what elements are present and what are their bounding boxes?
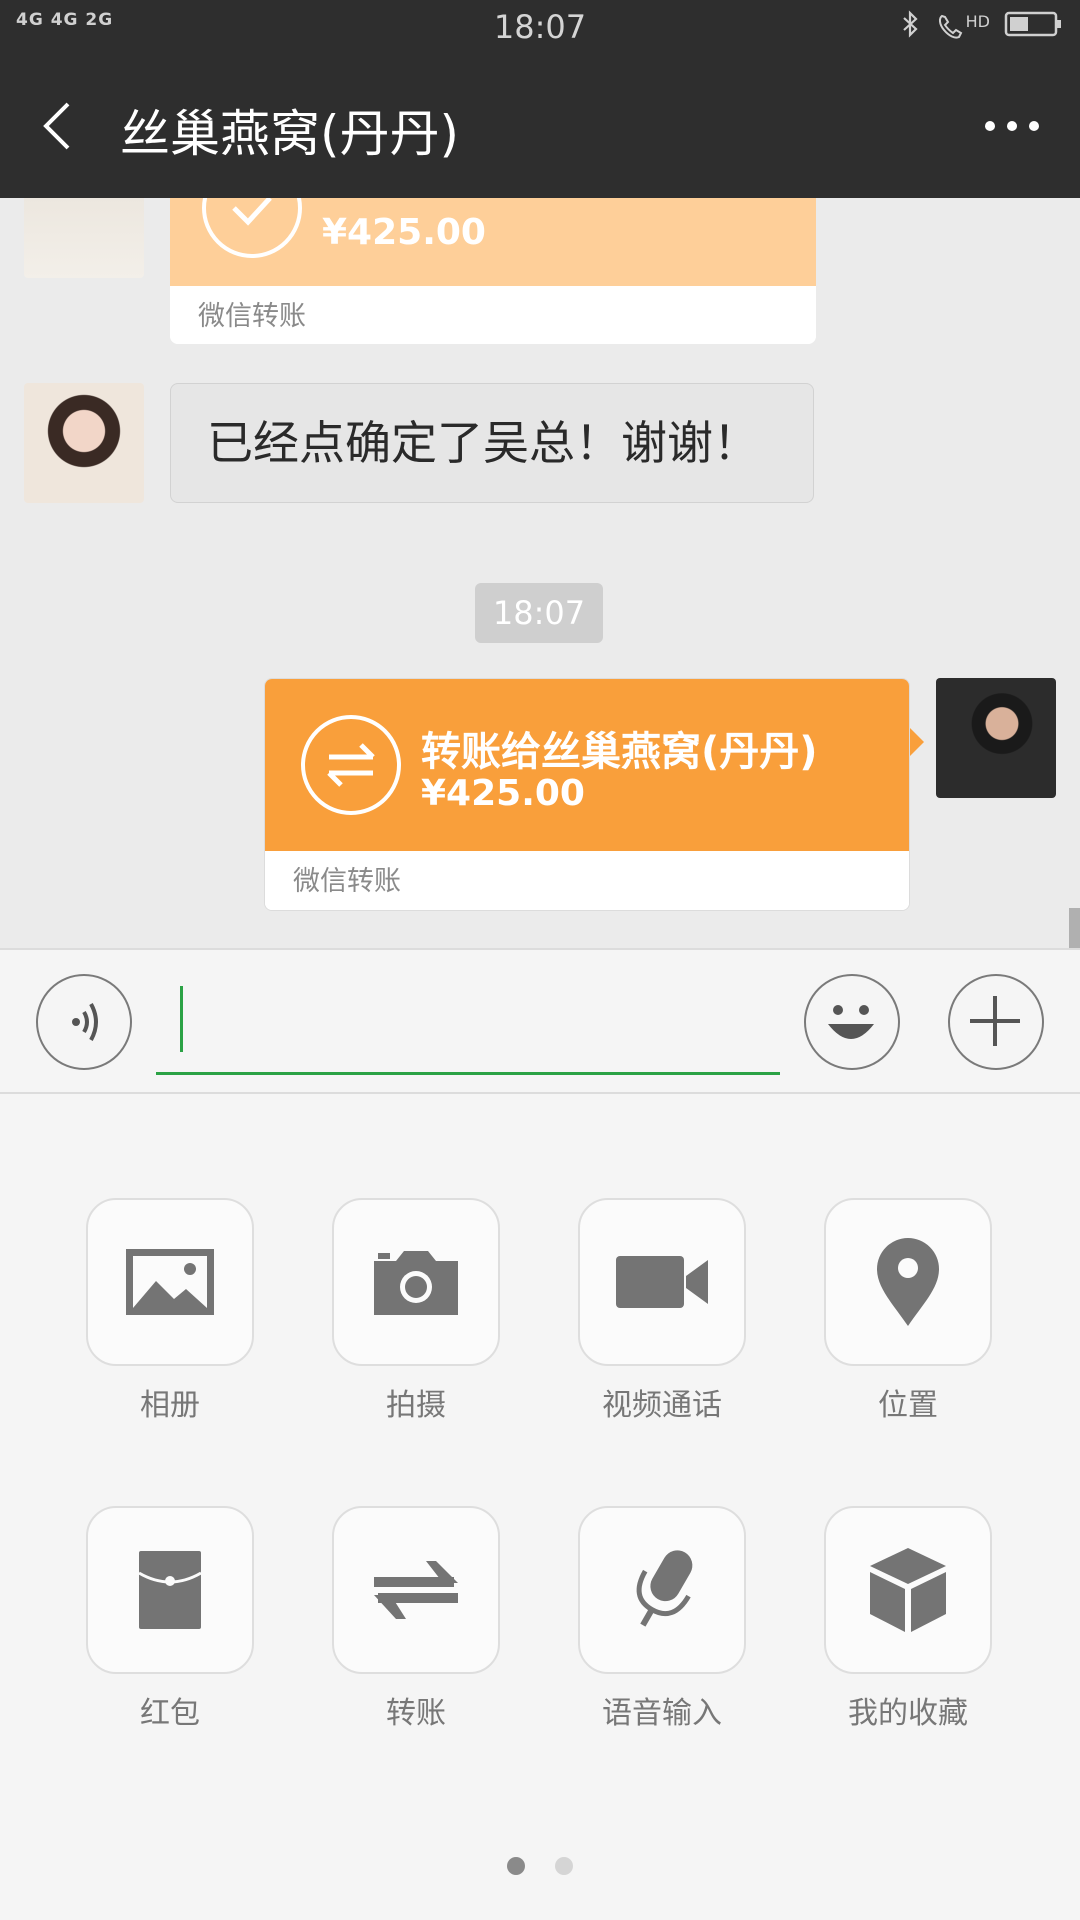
chat-header: 丝巢燕窝(丹丹) bbox=[0, 56, 1080, 198]
favorites-label: 我的收藏 bbox=[848, 1696, 968, 1731]
camera-label: 拍摄 bbox=[386, 1388, 446, 1423]
voice-wave-icon bbox=[72, 1003, 98, 1041]
page-dot[interactable] bbox=[555, 1857, 573, 1875]
video-call-icon bbox=[616, 1256, 708, 1308]
album-label: 相册 bbox=[140, 1388, 200, 1423]
plus-icon bbox=[970, 996, 1020, 1046]
transfer-card-top: 转账给丝巢燕窝(丹丹) ¥425.00 bbox=[265, 679, 909, 851]
scrollbar-thumb[interactable] bbox=[1069, 908, 1080, 948]
album-button[interactable] bbox=[86, 1198, 254, 1366]
input-bar bbox=[0, 948, 1080, 1094]
red-packet-icon bbox=[138, 1551, 202, 1629]
album-icon bbox=[126, 1249, 214, 1315]
video-call-button[interactable] bbox=[578, 1198, 746, 1366]
red-packet-label: 红包 bbox=[140, 1696, 200, 1731]
timestamp-chip: 18:07 bbox=[475, 583, 603, 643]
emoji-button[interactable] bbox=[804, 974, 900, 1070]
back-arrow-icon bbox=[43, 102, 70, 150]
text-cursor bbox=[180, 986, 183, 1052]
transfer-card-sent[interactable]: 转账给丝巢燕窝(丹丹) ¥425.00 微信转账 bbox=[264, 678, 910, 911]
status-icons: HD bbox=[900, 10, 1062, 44]
back-button[interactable] bbox=[38, 96, 78, 156]
more-icon bbox=[985, 121, 1039, 131]
contact-avatar[interactable] bbox=[24, 383, 144, 503]
transfer-button[interactable] bbox=[332, 1506, 500, 1674]
transfer-amount: ¥425.00 bbox=[421, 773, 585, 814]
location-button[interactable] bbox=[824, 1198, 992, 1366]
voice-input-label: 语音输入 bbox=[602, 1696, 722, 1731]
camera-button[interactable] bbox=[332, 1198, 500, 1366]
favorites-icon bbox=[870, 1548, 946, 1632]
transfer-icon bbox=[301, 715, 401, 815]
transfer-card-received[interactable]: ¥425.00 微信转账 bbox=[170, 198, 816, 344]
battery-icon bbox=[1004, 10, 1062, 44]
chat-messages[interactable]: ¥425.00 微信转账 已经点确定了吴总！谢谢！ 18:07 转账给丝巢燕窝(… bbox=[0, 198, 1080, 948]
bluetooth-icon bbox=[900, 10, 922, 44]
transfer-source: 微信转账 bbox=[170, 286, 816, 344]
red-packet-button[interactable] bbox=[86, 1506, 254, 1674]
transfer-card-top: ¥425.00 bbox=[170, 198, 816, 286]
voice-input-button[interactable] bbox=[578, 1506, 746, 1674]
transfer-source: 微信转账 bbox=[265, 851, 909, 910]
favorites-button[interactable] bbox=[824, 1506, 992, 1674]
message-input[interactable] bbox=[156, 968, 780, 1075]
more-functions-button[interactable] bbox=[948, 974, 1044, 1070]
location-label: 位置 bbox=[878, 1388, 938, 1423]
camera-icon bbox=[374, 1251, 458, 1315]
transfer-amount: ¥425.00 bbox=[322, 212, 486, 253]
page-dot-active[interactable] bbox=[507, 1857, 525, 1875]
chat-title: 丝巢燕窝(丹丹) bbox=[120, 105, 460, 163]
transfer-icon bbox=[374, 1561, 458, 1619]
location-icon bbox=[877, 1238, 939, 1326]
video-call-label: 视频通话 bbox=[602, 1388, 722, 1423]
contact-avatar[interactable] bbox=[24, 198, 144, 278]
more-button[interactable] bbox=[982, 116, 1042, 136]
status-bar: 4G 4G 2G 18:07 HD bbox=[0, 0, 1080, 56]
voice-input-icon bbox=[636, 1550, 693, 1627]
hd-call-icon: HD bbox=[936, 12, 990, 42]
transfer-title: 转账给丝巢燕窝(丹丹) bbox=[421, 729, 818, 775]
bubble-tail bbox=[910, 728, 924, 756]
voice-toggle-button[interactable] bbox=[36, 974, 132, 1070]
smiley-icon bbox=[828, 1005, 874, 1039]
user-avatar[interactable] bbox=[936, 678, 1056, 798]
text-message[interactable]: 已经点确定了吴总！谢谢！ bbox=[170, 383, 814, 503]
hd-label: HD bbox=[965, 12, 990, 31]
check-icon bbox=[202, 198, 302, 258]
transfer-label: 转账 bbox=[386, 1696, 446, 1731]
function-panel: 相册 拍摄 视频通话 位置 红包 转账 语音输入 我的收藏 bbox=[0, 1094, 1080, 1920]
